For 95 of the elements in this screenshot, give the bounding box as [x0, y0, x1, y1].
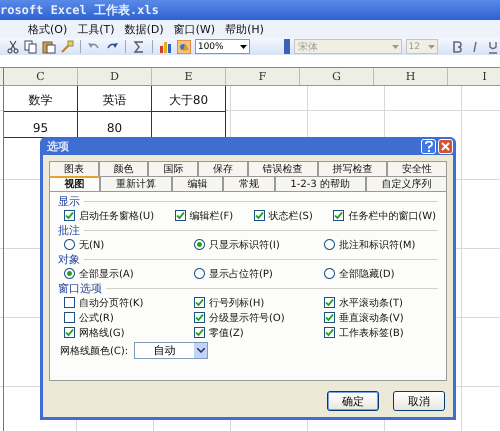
checkbox[interactable] [324, 327, 335, 338]
tab[interactable]: 拼写检查 [318, 161, 388, 176]
menu-item[interactable]: 格式(O) [28, 22, 68, 36]
checkbox[interactable] [333, 210, 344, 221]
window-title: rosoft Excel 工作表.xls [0, 2, 159, 18]
option-label: 只显示标识符(I) [209, 238, 280, 252]
menu-item[interactable]: 工具(T) [77, 22, 115, 36]
tab[interactable]: 1-2-3 的帮助 [274, 176, 366, 191]
checkbox[interactable] [64, 210, 75, 221]
tab[interactable]: 编辑 [172, 176, 224, 191]
table-cell: 数学 [4, 86, 78, 112]
close-icon [441, 142, 450, 150]
group-label: 对象 [58, 252, 80, 266]
table-cell: 大于80 [152, 86, 226, 112]
dialog-title: 选项 [47, 138, 69, 154]
option-label: 工作表标签(B) [339, 326, 404, 340]
option-label: 启动任务窗格(U) [79, 210, 154, 222]
help-button[interactable] [421, 138, 436, 154]
tab[interactable]: 错误检查 [248, 161, 318, 176]
table-cell: 95 [4, 112, 78, 138]
radio-button[interactable] [324, 239, 335, 250]
tab[interactable]: 重新计算 [100, 176, 172, 191]
group-label: 窗口选项 [58, 280, 102, 296]
checkbox[interactable] [174, 210, 186, 221]
caret-icon [196, 348, 205, 353]
option-label: 分级显示符号(O) [209, 312, 285, 324]
column-header[interactable]: C [4, 68, 78, 85]
tab[interactable]: 颜色 [98, 161, 148, 176]
option-label: 公式(R) [79, 312, 114, 324]
option-label: 批注和标识符(M) [339, 238, 416, 252]
column-header[interactable]: D [78, 68, 152, 85]
radio-button[interactable] [64, 268, 75, 279]
checkbox[interactable] [64, 297, 75, 308]
copy-icon[interactable] [24, 40, 38, 54]
tab[interactable]: 视图 [49, 176, 100, 191]
column-header[interactable]: F [226, 68, 300, 85]
menu-item[interactable]: 帮助(H) [225, 22, 264, 36]
cancel-button[interactable]: 取消 [393, 391, 445, 411]
option-label: 编辑栏(F) [190, 210, 234, 222]
zoom-field[interactable]: 100% [194, 39, 250, 54]
checkbox[interactable] [64, 312, 75, 323]
caret-icon [392, 44, 398, 48]
option-label: 显示占位符(P) [209, 268, 273, 280]
column-header[interactable]: I [448, 68, 500, 85]
underline-icon[interactable] [486, 40, 500, 54]
option-label: 垂直滚动条(V) [339, 312, 404, 324]
paste-icon[interactable] [42, 40, 56, 54]
checkbox[interactable] [324, 297, 335, 308]
field-label: 网格线颜色(C): [60, 344, 128, 358]
chart-icon[interactable] [158, 40, 173, 54]
radio-button[interactable] [194, 268, 205, 279]
sum-icon[interactable] [132, 40, 146, 54]
toolbar-grip[interactable] [284, 39, 290, 54]
column-header[interactable]: G [300, 68, 374, 85]
option-label: 任务栏中的窗口(W) [348, 210, 436, 222]
checkbox[interactable] [324, 312, 335, 323]
ok-button[interactable]: 确定 [327, 391, 379, 411]
tab[interactable]: 自定义序列 [366, 176, 448, 191]
checkbox[interactable] [64, 327, 75, 338]
table-cell: 英语 [78, 86, 152, 112]
tab[interactable]: 常规 [223, 176, 275, 191]
group-label: 批注 [58, 222, 80, 238]
column-header[interactable]: E [152, 68, 226, 85]
tab[interactable]: 安全性 [387, 161, 448, 176]
tab[interactable]: 保存 [198, 161, 248, 176]
option-label: 无(N) [79, 238, 104, 252]
checkbox[interactable] [194, 312, 205, 323]
checkbox[interactable] [194, 327, 205, 338]
option-label: 全部隐藏(D) [339, 268, 395, 280]
checkbox[interactable] [254, 210, 265, 221]
checkbox[interactable] [194, 297, 205, 308]
option-label: 行号列标(H) [209, 296, 264, 310]
radio-button[interactable] [64, 239, 75, 250]
column-header[interactable]: H [374, 68, 448, 85]
option-label: 自动分页符(K) [79, 296, 144, 310]
question-icon [424, 140, 432, 152]
option-label: 状态栏(S) [268, 210, 313, 222]
cut-icon[interactable] [6, 40, 20, 54]
radio-button[interactable] [324, 268, 335, 279]
caret-icon [428, 44, 435, 48]
close-button[interactable] [438, 138, 453, 154]
bold-icon[interactable] [450, 40, 464, 54]
tab[interactable]: 图表 [49, 161, 99, 176]
caret-icon [240, 44, 248, 48]
option-label: 网格线(G) [79, 326, 125, 340]
group-label: 显示 [58, 194, 80, 208]
radio-button[interactable] [194, 239, 205, 250]
option-label: 零值(Z) [209, 326, 244, 340]
option-label: 全部显示(A) [79, 268, 134, 280]
menu-item[interactable]: 窗口(W) [174, 22, 216, 36]
color-dropdown[interactable]: 自动 [134, 342, 208, 359]
drawing-icon[interactable] [176, 40, 191, 54]
menu-item[interactable]: 数据(D) [124, 22, 164, 36]
tab[interactable]: 国际 [148, 161, 198, 176]
option-label: 水平滚动条(T) [339, 296, 403, 310]
